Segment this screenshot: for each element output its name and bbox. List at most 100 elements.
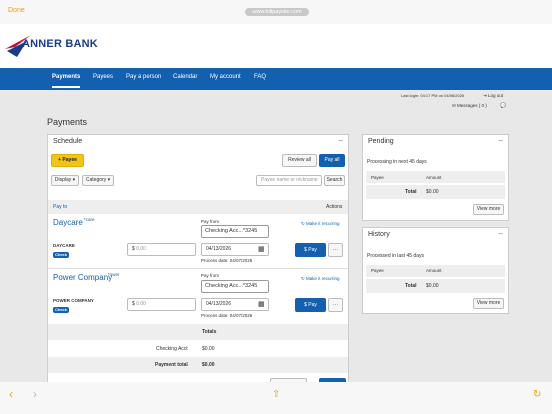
chat-icon[interactable]: 💬 xyxy=(500,103,506,109)
pay-from-select[interactable]: Checking Acc...*3245 xyxy=(201,225,269,238)
date-value: 04/13/2026 xyxy=(206,246,232,252)
payee-name-daycare[interactable]: Daycare xyxy=(53,218,83,227)
payee-name-power-company[interactable]: Power Company xyxy=(53,273,112,282)
payee-label: DAYCARE xyxy=(53,243,75,248)
history-subtitle: Processed in last 45 days xyxy=(367,253,424,259)
checking-acct-value: $0.00 xyxy=(202,346,215,352)
checking-acct-label: Checking Acct xyxy=(156,346,188,352)
payee-label: POWER COMPANY xyxy=(53,298,94,303)
messages-link[interactable]: ✉ Messages ( 0 ) xyxy=(452,103,487,109)
payee-nickname: *care xyxy=(84,217,95,222)
schedule-panel: Schedule – xyxy=(47,134,349,384)
make-recurring-link[interactable]: ↻ Make it recurring xyxy=(301,276,340,282)
logout-label: Log out xyxy=(488,93,504,98)
payment-total-row xyxy=(48,357,348,373)
add-payee-label: Payee xyxy=(62,157,77,163)
pay-label: Pay xyxy=(308,302,317,308)
nav-pay-a-person[interactable]: Pay a person xyxy=(126,74,161,80)
collapse-icon[interactable]: – xyxy=(339,136,343,145)
page-title: Payments xyxy=(47,117,88,127)
history-view-more-button[interactable]: View more xyxy=(473,298,504,309)
forward-arrow-icon[interactable]: › xyxy=(33,387,37,401)
nav-payments[interactable]: Payments xyxy=(52,74,81,88)
col-actions: Actions xyxy=(326,204,343,210)
history-col-amount: Amount xyxy=(426,268,442,273)
currency-symbol: $ xyxy=(132,246,135,252)
schedule-title: Schedule xyxy=(53,138,83,145)
pay-label: Pay xyxy=(308,247,317,253)
process-date: Process date: 04/07/2026 xyxy=(201,313,253,318)
share-icon[interactable]: ⇧ xyxy=(272,389,280,400)
nav-payees[interactable]: Payees xyxy=(93,74,113,80)
amount-input[interactable]: $ 0.00 xyxy=(127,298,196,311)
nickname-text: ower xyxy=(109,272,120,277)
nav-calendar[interactable]: Calendar xyxy=(173,74,197,80)
back-arrow-icon[interactable]: ‹ xyxy=(9,387,13,401)
pay-from-label: Pay from xyxy=(201,273,220,278)
pay-from-value: Checking Acc...*3245 xyxy=(205,228,258,234)
process-date: Process date: 04/07/2026 xyxy=(201,258,253,263)
recurring-label: Make it recurring xyxy=(306,276,340,281)
pending-col-payee: Payee xyxy=(371,175,384,180)
calendar-icon[interactable]: ▦ xyxy=(258,300,265,308)
last-login-text: Last login: 04:17 PM on 04/06/2026 xyxy=(401,93,465,98)
amount-placeholder: 0.00 xyxy=(136,301,146,307)
col-pay-to[interactable]: Pay to xyxy=(53,204,67,210)
reload-icon[interactable]: ↻ xyxy=(533,389,541,400)
totals-header xyxy=(48,324,348,340)
history-title: History xyxy=(368,231,390,238)
payment-total-value: $0.00 xyxy=(202,362,215,368)
check-badge: Check xyxy=(53,252,70,258)
messages-label: Messages ( 0 ) xyxy=(457,103,487,108)
schedule-table-header xyxy=(48,200,348,214)
browser-toolbar: Done www.billpaysite.com xyxy=(0,0,552,24)
amount-input[interactable]: $ 0.00 xyxy=(127,243,196,256)
display-dropdown[interactable]: Display ▾ xyxy=(51,175,79,186)
display-label: Display xyxy=(54,177,72,183)
pending-total-value: $0.00 xyxy=(426,189,439,195)
payee-nickname: *ower xyxy=(108,272,120,277)
payee-search-input[interactable]: Payee name or nickname xyxy=(256,175,322,186)
more-options-button[interactable]: ··· xyxy=(328,243,343,257)
nav-my-account[interactable]: My account xyxy=(210,74,241,80)
done-button[interactable]: Done xyxy=(8,7,25,14)
totals-label: Totals xyxy=(202,329,217,335)
search-button[interactable]: Search xyxy=(324,175,345,186)
history-total-label: Total xyxy=(405,283,417,289)
row-divider xyxy=(48,268,348,269)
pending-title: Pending xyxy=(368,138,394,145)
collapse-icon[interactable]: – xyxy=(499,229,503,238)
pay-button[interactable]: $ Pay xyxy=(295,298,326,312)
url-bar[interactable]: www.billpaysite.com xyxy=(245,8,309,16)
logout-link[interactable]: ⇥ Log out xyxy=(483,93,503,99)
pay-from-select[interactable]: Checking Acc...*3245 xyxy=(201,280,269,293)
pending-view-more-button[interactable]: View more xyxy=(473,204,504,215)
pay-from-value: Checking Acc...*3245 xyxy=(205,283,258,289)
calendar-icon[interactable]: ▦ xyxy=(258,245,265,253)
pending-total-label: Total xyxy=(405,189,417,195)
pending-col-amount: Amount xyxy=(426,175,442,180)
collapse-icon[interactable]: – xyxy=(499,136,503,145)
history-col-payee: Payee xyxy=(371,268,384,273)
check-badge: Check xyxy=(53,307,70,313)
history-total-value: $0.00 xyxy=(426,283,439,289)
pay-from-label: Pay from xyxy=(201,219,220,224)
payment-total-label: Payment total xyxy=(155,362,188,368)
nickname-text: care xyxy=(85,217,95,222)
category-label: Category xyxy=(85,177,107,183)
amount-placeholder: 0.00 xyxy=(136,246,146,252)
review-all-button[interactable]: Review all xyxy=(282,154,317,167)
date-value: 04/13/2026 xyxy=(206,301,232,307)
make-recurring-link[interactable]: ↻ Make it recurring xyxy=(301,221,340,227)
nav-faq[interactable]: FAQ xyxy=(254,74,266,80)
more-options-button[interactable]: ··· xyxy=(328,298,343,312)
add-payee-button[interactable]: + Payee xyxy=(51,154,84,167)
bank-name: ANNER BANK xyxy=(22,38,98,50)
category-dropdown[interactable]: Category ▾ xyxy=(82,175,114,186)
recurring-label: Make it recurring xyxy=(306,221,340,226)
main-nav: Payments Payees Pay a person Calendar My… xyxy=(0,68,552,90)
pay-button[interactable]: $ Pay xyxy=(295,243,326,257)
pay-all-button[interactable]: Pay all xyxy=(319,154,345,167)
pending-subtitle: Processing in next 45 days xyxy=(367,159,427,165)
currency-symbol: $ xyxy=(132,301,135,307)
